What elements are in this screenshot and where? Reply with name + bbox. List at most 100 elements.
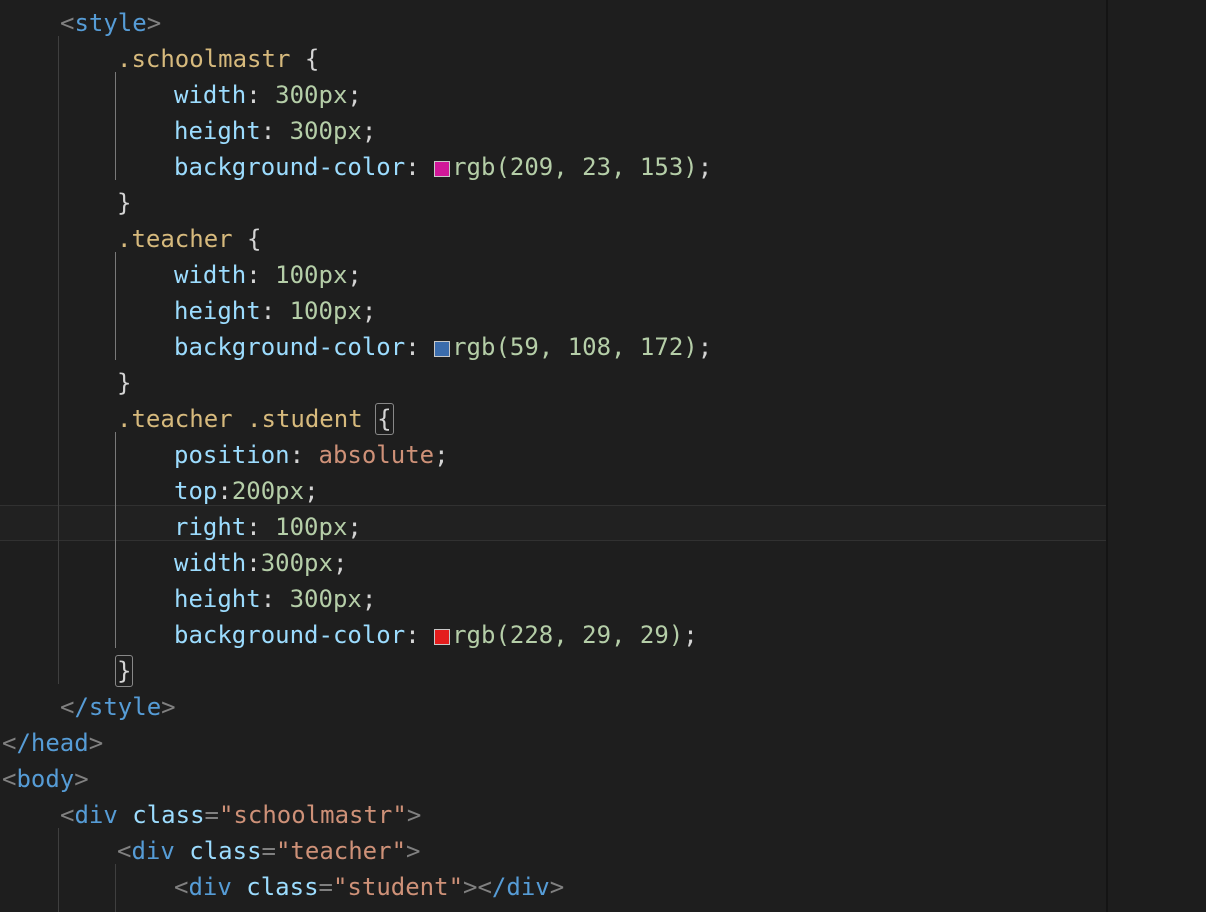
punct-semicolon: ;	[361, 297, 377, 325]
value-right: 100px	[275, 513, 348, 541]
code-line-3[interactable]: width: 300px;	[172, 77, 362, 113]
code-line-7[interactable]: .teacher {	[115, 221, 262, 257]
code-line-23[interactable]: <div class="schoolmastr">	[58, 797, 421, 833]
brace-open-teacher-student-matched: {	[375, 403, 394, 435]
tag-head-close: /head	[16, 729, 89, 757]
punct-colon: :	[405, 333, 420, 361]
punct-lt: <	[60, 9, 75, 37]
punct-colon: :	[260, 585, 276, 613]
prop-background-color: background-color	[174, 621, 406, 649]
tag-div-open: div	[131, 837, 175, 865]
punct-lt: <	[174, 873, 189, 901]
prop-width: width	[174, 261, 247, 289]
punct-colon: :	[246, 261, 261, 289]
prop-width: width	[174, 549, 247, 577]
color-swatch-icon-teacher[interactable]	[434, 341, 451, 357]
tag-body-open: body	[16, 765, 75, 793]
punct-gt: >	[406, 837, 421, 865]
value-position: absolute	[318, 441, 435, 469]
code-line-11[interactable]: }	[115, 365, 131, 401]
punct-colon: :	[289, 441, 305, 469]
color-swatch-icon-student[interactable]	[434, 629, 451, 645]
brace-open-teacher: {	[247, 225, 262, 253]
punct-gt: >	[406, 801, 422, 829]
punct-gt: >	[463, 873, 478, 901]
punct-colon: :	[405, 621, 420, 649]
code-line-10[interactable]: background-color: rgb(59, 108, 172);	[172, 329, 712, 365]
code-line-5[interactable]: background-color: rgb(209, 23, 153);	[172, 149, 712, 185]
punct-semicolon: ;	[434, 441, 449, 469]
attr-value-teacher: "teacher"	[275, 837, 407, 865]
punct-semicolon: ;	[697, 153, 713, 181]
color-swatch-icon-schoolmastr[interactable]	[434, 161, 451, 177]
punct-semicolon: ;	[332, 549, 348, 577]
code-line-14[interactable]: top:200px;	[172, 473, 319, 509]
code-editor[interactable]: <style> .schoolmastr { width: 300px; hei…	[0, 0, 1206, 912]
editor-code-surface[interactable]: <style> .schoolmastr { width: 300px; hei…	[0, 0, 1106, 912]
prop-right: right	[174, 513, 247, 541]
value-height: 100px	[289, 297, 362, 325]
selector-teacher: .teacher	[117, 225, 233, 253]
code-line-16[interactable]: width:300px;	[172, 545, 347, 581]
code-line-12[interactable]: .teacher .student {	[115, 401, 394, 437]
code-line-2[interactable]: .schoolmastr {	[115, 41, 319, 77]
tag-style-open: style	[74, 9, 147, 37]
attr-value-student: "student"	[332, 873, 464, 901]
punct-colon: :	[246, 81, 261, 109]
brace-close-teacher-student-matched: }	[114, 655, 134, 687]
punct-colon: :	[246, 513, 261, 541]
tag-style-close: /style	[74, 693, 162, 721]
punct-lt: <	[60, 693, 75, 721]
code-line-6[interactable]: }	[115, 185, 131, 221]
code-line-1[interactable]: <style>	[58, 5, 161, 41]
punct-equals: =	[261, 837, 276, 865]
punct-colon: :	[260, 297, 276, 325]
value-height: 300px	[289, 117, 362, 145]
code-line-13[interactable]: position: absolute;	[172, 437, 449, 473]
punct-equals: =	[204, 801, 219, 829]
code-line-21[interactable]: </head>	[0, 725, 103, 761]
code-line-25[interactable]: <div class="student"></div>	[172, 869, 564, 905]
value-background-color-teacher: rgb(59, 108, 172)	[452, 333, 698, 361]
punct-lt: <	[117, 837, 132, 865]
attr-value-schoolmastr: "schoolmastr"	[218, 801, 407, 829]
punct-lt: <	[477, 873, 492, 901]
punct-semicolon: ;	[361, 585, 377, 613]
value-background-color-schoolmastr: rgb(209, 23, 153)	[452, 153, 698, 181]
code-line-17[interactable]: height: 300px;	[172, 581, 376, 617]
punct-semicolon: ;	[347, 261, 362, 289]
code-line-4[interactable]: height: 300px;	[172, 113, 376, 149]
editor-right-pane	[1108, 0, 1206, 912]
punct-equals: =	[318, 873, 333, 901]
code-line-24[interactable]: <div class="teacher">	[115, 833, 420, 869]
punct-gt: >	[161, 693, 176, 721]
code-line-9[interactable]: height: 100px;	[172, 293, 376, 329]
code-line-18[interactable]: background-color: rgb(228, 29, 29);	[172, 617, 698, 653]
code-line-20[interactable]: </style>	[58, 689, 176, 725]
attr-class: class	[132, 801, 205, 829]
indent-guide-level-1	[58, 36, 59, 684]
tag-div-open: div	[188, 873, 232, 901]
code-line-8[interactable]: width: 100px;	[172, 257, 362, 293]
punct-gt: >	[74, 765, 89, 793]
brace-close-schoolmastr: }	[117, 189, 132, 217]
punct-semicolon: ;	[347, 81, 362, 109]
code-line-15[interactable]: right: 100px;	[172, 509, 362, 545]
punct-gt: >	[146, 9, 162, 37]
punct-lt: <	[2, 729, 17, 757]
code-line-22[interactable]: <body>	[0, 761, 89, 797]
prop-top: top	[174, 477, 218, 505]
code-line-19[interactable]: }	[114, 653, 134, 689]
punct-lt: <	[2, 765, 17, 793]
